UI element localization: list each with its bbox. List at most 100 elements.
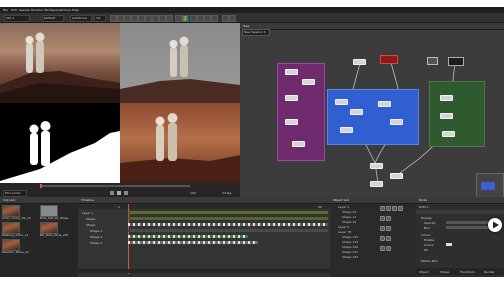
- object-row[interactable]: Shape 120: [330, 245, 416, 249]
- visibility-icon[interactable]: [380, 216, 385, 221]
- section-display[interactable]: Display: [421, 216, 432, 220]
- video-play-overlay-button[interactable]: [488, 218, 502, 232]
- object-row[interactable]: Shape 115: [330, 235, 416, 239]
- object-row[interactable]: Shape 10: [330, 220, 416, 224]
- colour-icon[interactable]: [398, 206, 403, 211]
- view-selector[interactable]: Ctrl 1: [4, 15, 30, 22]
- play-icon[interactable]: [117, 191, 121, 195]
- menu-edit[interactable]: Edit: [11, 8, 17, 12]
- node-red-source[interactable]: [380, 55, 398, 64]
- view-mode-dropdown[interactable]: Film Looks: [3, 190, 27, 197]
- green-group-backdrop[interactable]: [429, 81, 485, 147]
- node-blue-1[interactable]: [335, 99, 348, 105]
- blend-icon[interactable]: [392, 206, 397, 211]
- tab-render[interactable]: Render: [484, 270, 495, 274]
- lock-icon[interactable]: [386, 236, 391, 241]
- node-green-3[interactable]: [442, 131, 455, 137]
- menu-session[interactable]: Session: [19, 8, 30, 12]
- magnet-tool-icon[interactable]: [166, 15, 173, 22]
- track-bar-2[interactable]: [128, 217, 328, 220]
- node-blur-1[interactable]: [285, 119, 298, 125]
- object-row[interactable]: Shape 113: [330, 240, 416, 244]
- zoom-selector[interactable]: 1/1: [94, 15, 106, 22]
- node-blue-3[interactable]: [350, 109, 363, 115]
- blue-group-backdrop[interactable]: [327, 89, 419, 145]
- menu-workspace[interactable]: Workspace: [44, 8, 60, 12]
- tab-object[interactable]: Object: [419, 270, 429, 274]
- colour-swatch-icon[interactable]: [182, 15, 189, 22]
- object-row[interactable]: Shape 12: [330, 210, 416, 214]
- track-keys-6[interactable]: [128, 241, 258, 244]
- select-tool-icon[interactable]: [110, 15, 117, 22]
- transform-tool-icon[interactable]: [117, 15, 124, 22]
- node-merge-main[interactable]: [370, 163, 383, 169]
- node-blue-4[interactable]: [390, 119, 403, 125]
- lock-icon[interactable]: [386, 246, 391, 251]
- node-merge-1[interactable]: [285, 95, 298, 101]
- track-bar-1[interactable]: [128, 211, 328, 214]
- node-graph-panel[interactable]: Tree New Session 1: [240, 23, 504, 199]
- node-output-purple[interactable]: [292, 141, 305, 147]
- node-roto-1[interactable]: [302, 79, 315, 85]
- visibility-icon[interactable]: [380, 236, 385, 241]
- layout-icon[interactable]: [229, 15, 236, 22]
- node-thumb-source[interactable]: [427, 57, 438, 65]
- tracker-tool-icon[interactable]: [159, 15, 166, 22]
- viewer-panel[interactable]: [0, 23, 240, 183]
- node-read-1[interactable]: [285, 69, 298, 75]
- square-tool-icon[interactable]: [145, 15, 152, 22]
- settings-icon[interactable]: [222, 15, 229, 22]
- section-colour[interactable]: Colour: [421, 233, 431, 237]
- playhead-marker[interactable]: [40, 184, 42, 188]
- section-motion-blur[interactable]: Motion Blur: [421, 259, 438, 263]
- bspline-tool-icon[interactable]: [131, 15, 138, 22]
- colour-swatch[interactable]: [446, 243, 452, 246]
- play-back-icon[interactable]: [110, 191, 114, 195]
- node-green-2[interactable]: [440, 113, 453, 119]
- object-row[interactable]: Shape 122: [330, 255, 416, 259]
- tab-shape[interactable]: Shape: [440, 270, 449, 274]
- grid-icon[interactable]: [204, 15, 211, 22]
- scrub-track[interactable]: [40, 185, 190, 187]
- timeline-scrollbar[interactable]: [78, 269, 330, 273]
- track-bar-4[interactable]: [128, 229, 328, 232]
- overlay-icon[interactable]: [197, 15, 204, 22]
- node-output-main[interactable]: [370, 181, 383, 187]
- opacity-slider[interactable]: [446, 221, 491, 224]
- object-row[interactable]: Layer 1: [330, 205, 416, 209]
- node-read-2[interactable]: [353, 59, 366, 65]
- node-blue-2[interactable]: [378, 101, 391, 107]
- timeline-panel[interactable]: Timeline 1 99 Layer 1 Shape Shape Shape …: [78, 197, 330, 277]
- red-channel-icon[interactable]: [175, 15, 182, 22]
- node-graph-navigator[interactable]: [476, 173, 504, 199]
- channel-selector[interactable]: Default: [42, 15, 64, 22]
- mode-selector[interactable]: Autofocus: [70, 15, 92, 22]
- circle-tool-icon[interactable]: [138, 15, 145, 22]
- lock-icon[interactable]: [190, 15, 197, 22]
- timeline-playhead[interactable]: [128, 204, 129, 274]
- object-row[interactable]: Layer 78: [330, 230, 416, 234]
- menu-window[interactable]: Window: [31, 8, 43, 12]
- visibility-icon[interactable]: [380, 206, 385, 211]
- node-green-1[interactable]: [440, 95, 453, 101]
- lock-icon[interactable]: [386, 226, 391, 231]
- menu-file[interactable]: File: [3, 8, 8, 12]
- object-row[interactable]: Shape 11: [330, 215, 416, 219]
- tab-transform[interactable]: Transform: [460, 270, 475, 274]
- object-row[interactable]: Layer 5: [330, 225, 416, 229]
- node-blue-5[interactable]: [340, 127, 353, 133]
- node-dark-source[interactable]: [448, 57, 464, 66]
- guide-icon[interactable]: [211, 15, 218, 22]
- visibility-icon[interactable]: [380, 246, 385, 251]
- lock-icon[interactable]: [386, 216, 391, 221]
- step-forward-icon[interactable]: [124, 191, 128, 195]
- visibility-icon[interactable]: [380, 226, 385, 231]
- track-keys-3[interactable]: [128, 223, 328, 226]
- menu-help[interactable]: Help: [72, 8, 79, 12]
- brush-tool-icon[interactable]: [152, 15, 159, 22]
- timeline-ruler[interactable]: 1 99: [78, 204, 330, 209]
- track-keys-5[interactable]: [128, 235, 248, 238]
- lock-icon[interactable]: [386, 206, 391, 211]
- object-row[interactable]: Shape 121: [330, 250, 416, 254]
- menu-actions[interactable]: Actions: [60, 8, 71, 12]
